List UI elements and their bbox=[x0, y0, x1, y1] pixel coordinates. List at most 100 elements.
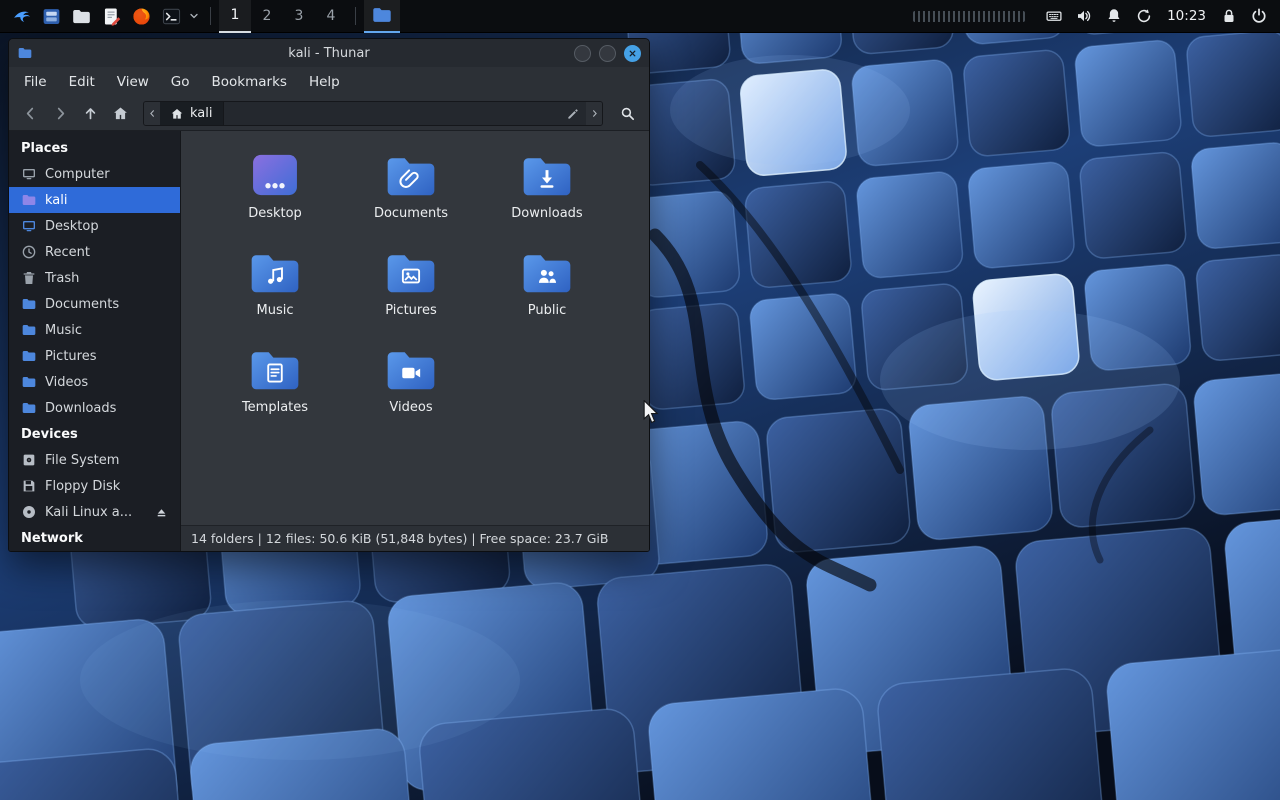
path-scroll-left-button[interactable] bbox=[144, 102, 160, 125]
file-label: Documents bbox=[374, 206, 448, 221]
terminal-icon bbox=[161, 6, 182, 27]
sidebar-item-label: Computer bbox=[45, 167, 110, 182]
search-button[interactable] bbox=[613, 101, 641, 127]
clock[interactable]: 10:23 bbox=[1159, 8, 1214, 24]
arrow-left-icon bbox=[22, 105, 39, 122]
path-home-segment[interactable]: kali bbox=[160, 102, 224, 125]
folder-document-icon bbox=[247, 341, 303, 397]
sidebar-item-trash[interactable]: Trash bbox=[9, 265, 180, 291]
path-edit-field[interactable] bbox=[224, 102, 587, 125]
sidebar-item-music[interactable]: Music bbox=[9, 317, 180, 343]
path-scroll-right-button[interactable] bbox=[586, 102, 602, 125]
menu-file[interactable]: File bbox=[13, 69, 58, 95]
updates-button[interactable] bbox=[1129, 2, 1159, 30]
file-documents[interactable]: Documents bbox=[343, 145, 479, 242]
sidebar-header-network: Network bbox=[9, 525, 180, 551]
sidebar-item-computer[interactable]: Computer bbox=[9, 161, 180, 187]
workspace-2-button[interactable]: 2 bbox=[251, 0, 283, 33]
forward-button[interactable] bbox=[47, 101, 73, 127]
file-templates[interactable]: Templates bbox=[207, 339, 343, 436]
file-videos[interactable]: Videos bbox=[343, 339, 479, 436]
workspace-1-button[interactable]: 1 bbox=[219, 0, 251, 33]
sidebar-item-pictures[interactable]: Pictures bbox=[9, 343, 180, 369]
status-bar: 14 folders | 12 files: 50.6 KiB (51,848 … bbox=[181, 525, 649, 551]
folder-icon bbox=[371, 4, 393, 26]
sidebar-item-recent[interactable]: Recent bbox=[9, 239, 180, 265]
sidebar-item-label: Downloads bbox=[45, 401, 116, 416]
eject-icon[interactable] bbox=[155, 506, 168, 519]
folder-icon bbox=[21, 348, 37, 364]
terminal-launcher[interactable] bbox=[156, 2, 186, 30]
separator bbox=[210, 7, 211, 25]
file-music[interactable]: Music bbox=[207, 242, 343, 339]
file-desktop[interactable]: Desktop bbox=[207, 145, 343, 242]
cabinet-icon bbox=[41, 6, 62, 27]
up-button[interactable] bbox=[77, 101, 103, 127]
close-button[interactable] bbox=[624, 45, 641, 62]
document-pencil-icon bbox=[101, 6, 122, 27]
file-public[interactable]: Public bbox=[479, 242, 615, 339]
sidebar-item-kali[interactable]: kali bbox=[9, 187, 180, 213]
file-manager-launcher[interactable] bbox=[66, 2, 96, 30]
sidebar-item-file-system[interactable]: File System bbox=[9, 447, 180, 473]
back-button[interactable] bbox=[17, 101, 43, 127]
volume-button[interactable] bbox=[1069, 2, 1099, 30]
file-pictures[interactable]: Pictures bbox=[343, 242, 479, 339]
firefox-launcher[interactable] bbox=[126, 2, 156, 30]
menu-help[interactable]: Help bbox=[298, 69, 351, 95]
sidebar-item-label: Recent bbox=[45, 245, 90, 260]
window-body: Places Computer kali Desktop Recent Tras… bbox=[9, 131, 649, 551]
folder-music-icon bbox=[247, 244, 303, 300]
menu-go[interactable]: Go bbox=[160, 69, 201, 95]
maximize-button[interactable] bbox=[599, 45, 616, 62]
workspace-4-button[interactable]: 4 bbox=[315, 0, 347, 33]
minimize-button[interactable] bbox=[574, 45, 591, 62]
text-editor-launcher[interactable] bbox=[96, 2, 126, 30]
sidebar-item-documents[interactable]: Documents bbox=[9, 291, 180, 317]
sidebar-item-floppy-disk[interactable]: Floppy Disk bbox=[9, 473, 180, 499]
desktop-icon bbox=[21, 218, 37, 234]
window-controls bbox=[574, 45, 641, 62]
file-downloads[interactable]: Downloads bbox=[479, 145, 615, 242]
sidebar-item-kali-linux-disc[interactable]: Kali Linux a... bbox=[9, 499, 180, 525]
sidebar-item-desktop[interactable]: Desktop bbox=[9, 213, 180, 239]
taskbar-right: 10:23 bbox=[913, 0, 1274, 32]
bell-icon bbox=[1105, 7, 1123, 25]
floppy-icon bbox=[21, 478, 37, 494]
sidebar-header-places: Places bbox=[9, 135, 180, 161]
terminal-dropdown-button[interactable] bbox=[186, 2, 202, 30]
home-icon bbox=[170, 107, 184, 121]
notifications-button[interactable] bbox=[1099, 2, 1129, 30]
file-label: Music bbox=[257, 303, 294, 318]
sidebar-item-label: Pictures bbox=[45, 349, 96, 364]
sidebar-item-label: Kali Linux a... bbox=[45, 505, 132, 520]
thunar-window: kali - Thunar File Edit View Go Bookmark… bbox=[8, 38, 650, 552]
home-button[interactable] bbox=[107, 101, 133, 127]
disc-icon bbox=[21, 504, 37, 520]
logout-button[interactable] bbox=[1244, 2, 1274, 30]
taskbar-left: 1 2 3 4 bbox=[6, 0, 400, 32]
drive-icon bbox=[21, 452, 37, 468]
kali-menu-button[interactable] bbox=[6, 2, 36, 30]
titlebar[interactable]: kali - Thunar bbox=[9, 39, 649, 67]
power-icon bbox=[1250, 7, 1268, 25]
chevron-down-icon bbox=[188, 10, 200, 22]
folder-icon bbox=[21, 296, 37, 312]
workspace-3-button[interactable]: 3 bbox=[283, 0, 315, 33]
status-ticker bbox=[913, 11, 1025, 22]
files-app-launcher[interactable] bbox=[36, 2, 66, 30]
thunar-window-button[interactable] bbox=[364, 0, 400, 33]
sidebar-item-label: Music bbox=[45, 323, 82, 338]
lock-icon bbox=[1220, 7, 1238, 25]
menu-view[interactable]: View bbox=[106, 69, 160, 95]
refresh-icon bbox=[1135, 7, 1153, 25]
sidebar-item-videos[interactable]: Videos bbox=[9, 369, 180, 395]
menu-bookmarks[interactable]: Bookmarks bbox=[201, 69, 298, 95]
lock-screen-button[interactable] bbox=[1214, 2, 1244, 30]
file-label: Videos bbox=[389, 400, 432, 415]
keyboard-indicator-button[interactable] bbox=[1039, 2, 1069, 30]
sidebar-item-downloads[interactable]: Downloads bbox=[9, 395, 180, 421]
path-bar: kali bbox=[143, 101, 603, 126]
menu-edit[interactable]: Edit bbox=[58, 69, 106, 95]
sidebar-item-label: Floppy Disk bbox=[45, 479, 120, 494]
